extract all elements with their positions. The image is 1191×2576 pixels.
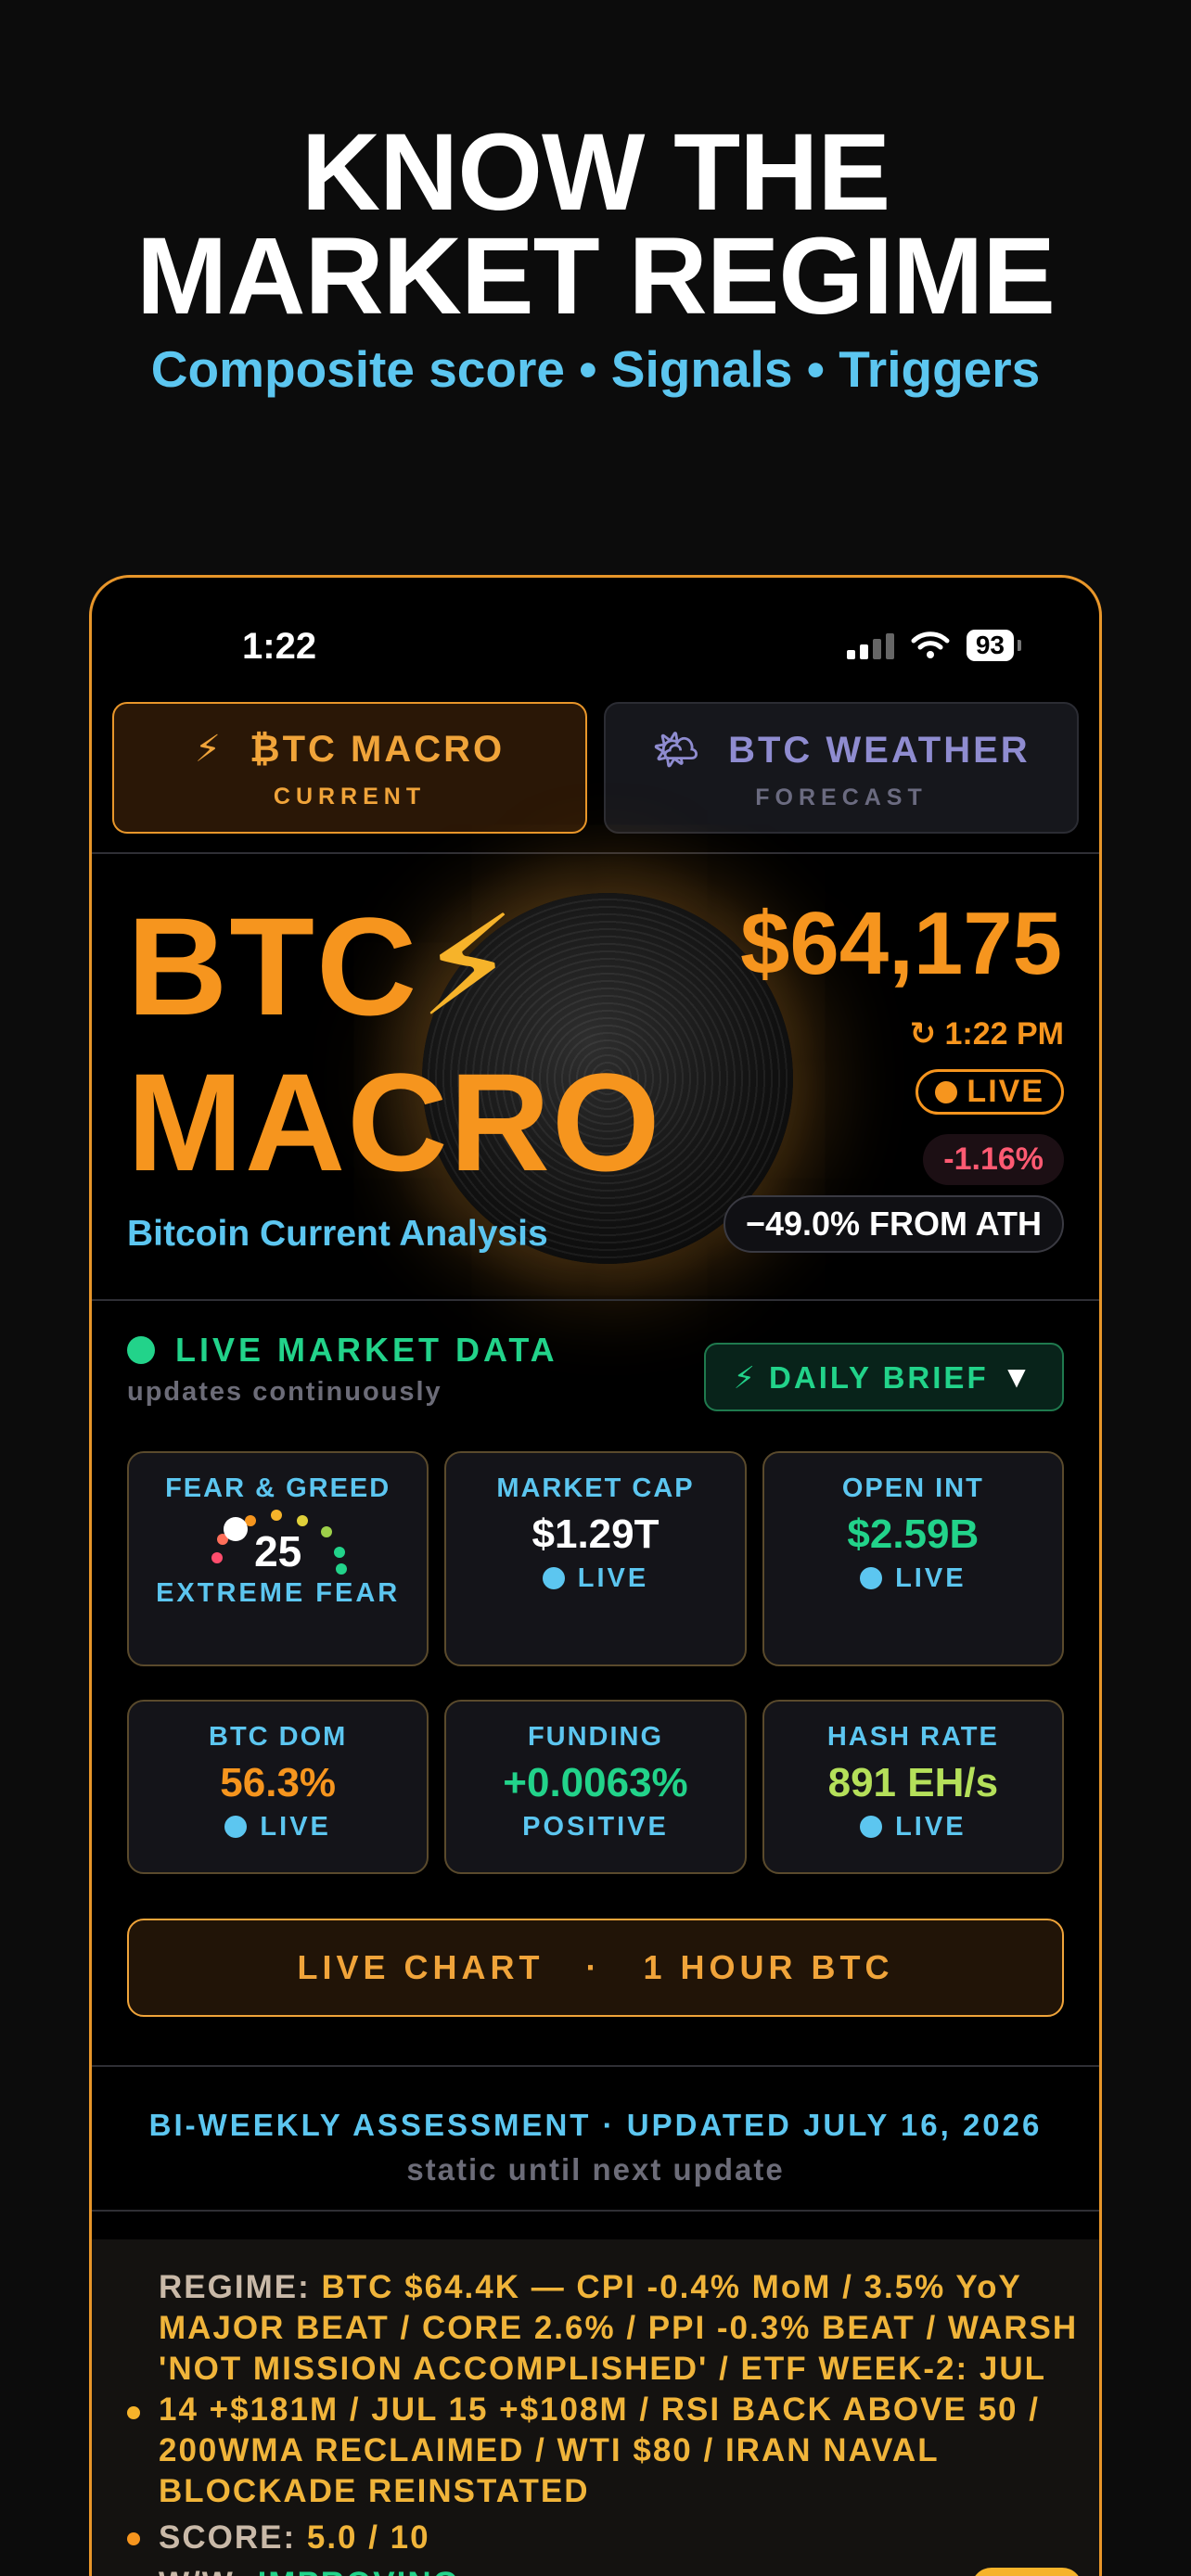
card-label: HASH RATE <box>826 1722 999 1752</box>
card-label: OPEN INT <box>841 1473 984 1503</box>
funding-card[interactable]: FUNDING +0.0063% POSITIVE <box>444 1700 747 1874</box>
live-dot-icon <box>935 1081 958 1103</box>
metrics-row-2: BTC DOM 56.3% LIVE FUNDING +0.0063% POSI… <box>127 1700 1064 1874</box>
from-ath-badge: −49.0% FROM ATH <box>723 1195 1064 1253</box>
live-dot-icon <box>860 1567 883 1589</box>
btc-macro-title: BTC⚡ MACRO <box>127 888 662 1200</box>
view-tabs: ⚡ ₿TC MACRO CURRENT 🌤 BTC WEATHER FORECAST <box>112 702 1079 834</box>
assessment-title: BI-WEEKLY ASSESSMENT · UPDATED JULY 16, … <box>148 2108 1043 2142</box>
live-label: LIVE <box>967 1074 1044 1109</box>
card-label: MARKET CAP <box>496 1473 695 1503</box>
assessment-subtitle: static until next update <box>406 2152 785 2187</box>
regime-item: REGIME: BTC $64.4K — CPI -0.4% MoM / 3.5… <box>127 2267 1099 2512</box>
section-subtitle: updates continuously <box>127 1377 442 1407</box>
score-label: SCORE: <box>159 2519 297 2556</box>
card-label: BTC DOM <box>209 1722 348 1752</box>
bi-weekly-assessment: BI-WEEKLY ASSESSMENT · UPDATED JULY 16, … <box>92 2108 1099 2187</box>
live-chart-button[interactable]: LIVE CHART · 1 HOUR BTC <box>127 1919 1064 2017</box>
wow-value: IMPROVING <box>258 2566 460 2576</box>
tab-sublabel: FORECAST <box>755 784 928 810</box>
divider <box>92 2065 1099 2067</box>
card-label: FUNDING <box>527 1722 664 1752</box>
fear-greed-gauge: 25 <box>204 1510 352 1575</box>
live-status: LIVE <box>446 1563 744 1594</box>
title-btc: BTC <box>127 888 419 1044</box>
bolt-icon: ⚡ <box>418 888 519 1044</box>
score-item: SCORE: 5.0 / 10 <box>127 2518 1099 2558</box>
tab-label: ₿TC MACRO <box>249 729 506 770</box>
status-label: LIVE <box>895 1563 967 1593</box>
regime-label: REGIME: <box>159 2269 311 2305</box>
hash-rate-card[interactable]: HASH RATE 891 EH/s LIVE <box>762 1700 1064 1874</box>
regime-panel: REGIME: BTC $64.4K — CPI -0.4% MoM / 3.5… <box>92 2239 1099 2576</box>
market-cap-value: $1.29T <box>531 1511 660 1557</box>
status-label: LIVE <box>260 1812 331 1842</box>
metrics-row-1: FEAR & GREED 25 EXTREME FEAR MARKET CAP … <box>127 1451 1064 1666</box>
cellular-signal-icon <box>846 631 894 659</box>
daily-brief-label: ⚡ DAILY BRIEF <box>733 1359 989 1395</box>
section-title: LIVE MARKET DATA <box>175 1331 558 1369</box>
sun-cloud-icon: 🌤 <box>652 730 703 771</box>
live-dot-icon <box>542 1567 565 1589</box>
promo-title-line1: KNOW THE <box>301 111 890 234</box>
live-dot-icon <box>860 1816 883 1838</box>
divider <box>92 1299 1099 1301</box>
hash-rate-value: 891 EH/s <box>827 1760 999 1805</box>
wifi-icon <box>911 631 950 658</box>
wow-label: W/W: <box>159 2566 247 2576</box>
bullet-dot-icon <box>127 2532 140 2545</box>
tab-label: BTC WEATHER <box>728 730 1031 771</box>
live-badge: LIVE <box>916 1069 1064 1115</box>
funding-value: +0.0063% <box>503 1760 688 1805</box>
status-label: LIVE <box>895 1812 967 1842</box>
market-cap-card[interactable]: MARKET CAP $1.29T LIVE <box>444 1451 747 1666</box>
score-value: 5.0 / 10 <box>306 2519 430 2556</box>
btc-dominance-value: 56.3% <box>220 1760 337 1805</box>
wow-item: W/W: IMPROVING <box>127 2564 1099 2576</box>
funding-status: POSITIVE <box>522 1812 669 1842</box>
status-icons: 93 <box>846 630 1022 661</box>
analysis-label: Bitcoin Current Analysis <box>127 1214 548 1254</box>
bolt-icon: ⚡ <box>194 729 224 770</box>
live-dot-icon <box>127 1336 155 1364</box>
promo-title: KNOW THE MARKET REGIME <box>0 111 1191 338</box>
divider <box>92 852 1099 854</box>
live-status: LIVE <box>764 1563 1062 1594</box>
promo-subtitle: Composite score • Signals • Triggers <box>150 340 1041 398</box>
battery-icon: 93 <box>966 630 1022 661</box>
btc-macro-header: BTC⚡ MACRO Bitcoin Current Analysis $64,… <box>92 856 1099 1299</box>
live-market-data-header: LIVE MARKET DATA updates continuously <box>127 1331 558 1408</box>
price-updated-time: ↻ 1:22 PM <box>909 1016 1064 1052</box>
phone-frame: 1:22 93 ⚡ ₿TC MACRO CURRENT 🌤 BTC WEATHER … <box>89 575 1102 2576</box>
card-label: FEAR & GREED <box>165 1473 391 1503</box>
fear-greed-value: 25 <box>254 1527 302 1575</box>
live-status: LIVE <box>129 1812 427 1843</box>
status-label: LIVE <box>577 1563 649 1593</box>
fear-greed-card[interactable]: FEAR & GREED 25 EXTREME FEAR <box>127 1451 429 1666</box>
live-status: LIVE <box>764 1812 1062 1843</box>
live-dot-icon <box>224 1816 248 1838</box>
bullet-dot-icon <box>127 2406 140 2419</box>
caret-down-icon: ▼ <box>1001 1359 1035 1394</box>
promo-header: KNOW THE MARKET REGIME Composite score •… <box>0 111 1191 399</box>
ai-assistant-button[interactable]: AI <box>971 2568 1082 2576</box>
open-interest-card[interactable]: OPEN INT $2.59B LIVE <box>762 1451 1064 1666</box>
status-time: 1:22 <box>242 626 317 667</box>
fear-greed-status: EXTREME FEAR <box>156 1578 401 1608</box>
divider <box>92 2210 1099 2212</box>
tab-btc-weather[interactable]: 🌤 BTC WEATHER FORECAST <box>604 702 1079 834</box>
tab-sublabel: CURRENT <box>273 784 427 810</box>
promo-title-line2: MARKET REGIME <box>136 215 1056 338</box>
tab-btc-macro[interactable]: ⚡ ₿TC MACRO CURRENT <box>112 702 587 834</box>
btc-dominance-card[interactable]: BTC DOM 56.3% LIVE <box>127 1700 429 1874</box>
status-bar: 1:22 93 <box>92 578 1099 680</box>
price-change: -1.16% <box>923 1134 1064 1185</box>
btc-price: $64,175 <box>739 894 1062 993</box>
title-macro: MACRO <box>127 1044 662 1200</box>
open-interest-value: $2.59B <box>847 1511 980 1557</box>
daily-brief-button[interactable]: ⚡ DAILY BRIEF ▼ <box>704 1343 1064 1411</box>
